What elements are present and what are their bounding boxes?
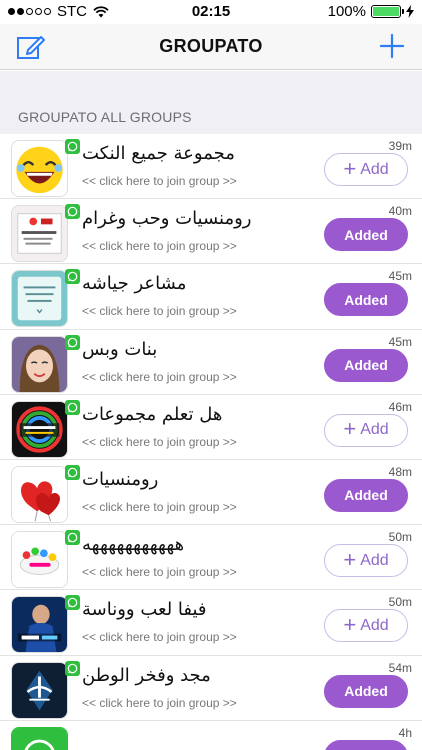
group-row[interactable]: بنات وبس << click here to join group >> … bbox=[0, 330, 422, 395]
add-group-icon[interactable] bbox=[378, 32, 406, 60]
nav-bar: GROUPATO bbox=[0, 24, 422, 70]
group-row[interactable]: 4h Added bbox=[0, 721, 422, 750]
whatsapp-icon bbox=[65, 530, 80, 546]
group-avatar bbox=[11, 596, 68, 654]
group-avatar bbox=[11, 531, 68, 589]
added-button[interactable]: Added bbox=[324, 674, 408, 708]
battery-percentage: 100% bbox=[327, 3, 366, 20]
group-name: مجموعة جميع النكت bbox=[82, 143, 235, 164]
join-group-link[interactable]: << click here to join group >> bbox=[82, 565, 237, 579]
added-button[interactable]: Added bbox=[324, 348, 408, 382]
add-button[interactable]: + Add bbox=[324, 544, 408, 578]
whatsapp-icon bbox=[65, 464, 80, 480]
section-header: GROUPATO ALL GROUPS bbox=[18, 109, 192, 125]
group-row[interactable]: رومنسيات << click here to join group >> … bbox=[0, 460, 422, 526]
add-button[interactable]: + Add bbox=[324, 609, 408, 643]
plus-icon: + bbox=[343, 155, 357, 181]
group-name: رومنسيات bbox=[82, 468, 159, 490]
time-ago: 40m bbox=[388, 204, 412, 219]
added-button[interactable]: Added bbox=[324, 739, 408, 750]
group-avatar bbox=[11, 465, 68, 523]
plus-icon: + bbox=[343, 546, 357, 572]
group-avatar bbox=[11, 140, 68, 197]
group-name: رومنسيات وحب وغرام bbox=[82, 208, 252, 230]
charging-icon bbox=[406, 5, 414, 18]
group-avatar bbox=[11, 205, 68, 263]
time-ago: 45m bbox=[388, 334, 412, 349]
time-ago: 4h bbox=[398, 725, 412, 740]
group-name: فيفا لعب ووناسة bbox=[82, 599, 207, 621]
time-ago: 50m bbox=[388, 530, 412, 545]
add-button[interactable]: + Add bbox=[324, 413, 408, 447]
group-name: مشاعر جياشه bbox=[82, 273, 187, 295]
group-name: هههههههههههه bbox=[82, 534, 185, 556]
status-right: 100% bbox=[328, 3, 414, 20]
join-group-link[interactable]: << click here to join group >> bbox=[82, 500, 237, 514]
join-group-link[interactable]: << click here to join group >> bbox=[82, 630, 237, 644]
group-avatar bbox=[11, 400, 68, 458]
group-row[interactable]: مجد وفخر الوطن << click here to join gro… bbox=[0, 656, 422, 721]
time-ago: 39m bbox=[388, 139, 412, 153]
whatsapp-icon bbox=[65, 595, 80, 611]
whatsapp-icon bbox=[65, 269, 80, 285]
add-button[interactable]: + Add bbox=[324, 153, 408, 186]
join-group-link[interactable]: << click here to join group >> bbox=[82, 174, 237, 188]
plus-icon: + bbox=[343, 416, 357, 442]
group-row[interactable]: فيفا لعب ووناسة << click here to join gr… bbox=[0, 590, 422, 656]
add-button-label: Add bbox=[360, 616, 389, 634]
status-bar: STC 02:15 100% bbox=[0, 0, 422, 24]
nav-title: GROUPATO bbox=[159, 36, 263, 56]
plus-icon: + bbox=[343, 611, 357, 637]
group-row[interactable]: مجموعة جميع النكت << click here to join … bbox=[0, 134, 422, 200]
add-button-label: Add bbox=[360, 551, 389, 569]
group-row[interactable]: مشاعر جياشه << click here to join group … bbox=[0, 264, 422, 330]
group-row[interactable]: هل تعلم مجموعات << click here to join gr… bbox=[0, 395, 422, 460]
group-name: مجد وفخر الوطن bbox=[82, 664, 211, 686]
whatsapp-icon bbox=[65, 660, 80, 676]
whatsapp-icon bbox=[65, 334, 80, 350]
time-ago: 54m bbox=[388, 660, 412, 675]
group-name: هل تعلم مجموعات bbox=[82, 403, 223, 425]
whatsapp-icon bbox=[65, 399, 80, 415]
time-ago: 45m bbox=[388, 269, 412, 284]
battery-icon bbox=[371, 5, 404, 18]
join-group-link[interactable]: << click here to join group >> bbox=[82, 370, 237, 384]
time-ago: 50m bbox=[388, 595, 412, 610]
group-list: مجموعة جميع النكت << click here to join … bbox=[0, 134, 422, 750]
group-avatar bbox=[11, 726, 68, 750]
join-group-link[interactable]: << click here to join group >> bbox=[82, 304, 237, 318]
whatsapp-icon bbox=[65, 139, 80, 154]
added-button[interactable]: Added bbox=[324, 218, 408, 252]
join-group-link[interactable]: << click here to join group >> bbox=[82, 696, 237, 710]
group-avatar bbox=[11, 335, 68, 393]
group-row[interactable]: هههههههههههه << click here to join group… bbox=[0, 525, 422, 591]
added-button[interactable]: Added bbox=[324, 478, 408, 512]
group-name: بنات وبس bbox=[82, 338, 158, 360]
group-avatar bbox=[11, 270, 68, 328]
time-ago: 48m bbox=[388, 464, 412, 479]
whatsapp-icon bbox=[65, 204, 80, 220]
group-avatar bbox=[11, 661, 68, 719]
join-group-link[interactable]: << click here to join group >> bbox=[82, 435, 237, 449]
add-button-label: Add bbox=[360, 160, 389, 178]
group-row[interactable]: رومنسيات وحب وغرام << click here to join… bbox=[0, 199, 422, 265]
time-ago: 46m bbox=[388, 399, 412, 414]
join-group-link[interactable]: << click here to join group >> bbox=[82, 239, 237, 253]
added-button[interactable]: Added bbox=[324, 283, 408, 317]
add-button-label: Add bbox=[360, 421, 389, 439]
